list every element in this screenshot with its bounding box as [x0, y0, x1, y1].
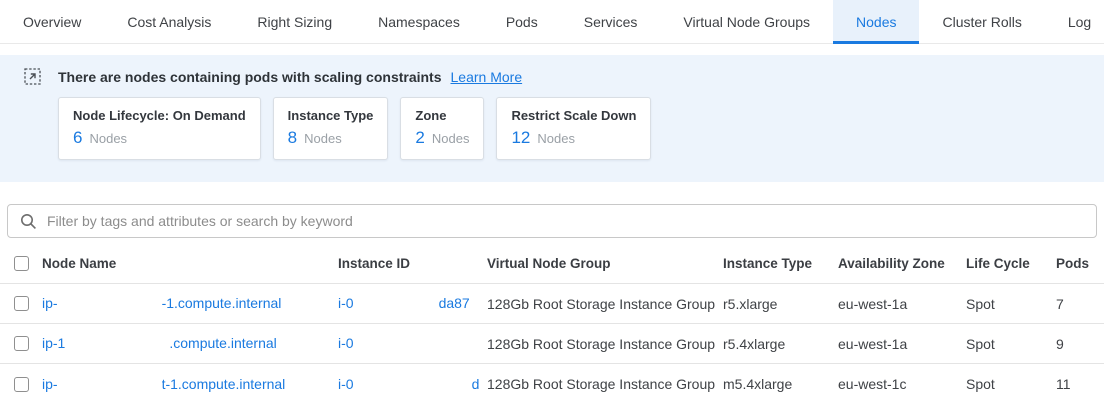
availability-zone-cell: eu-west-1a — [838, 296, 966, 312]
pods-cell: 11 — [1056, 376, 1104, 392]
life-cycle-cell: Spot — [966, 296, 1056, 312]
column-header-instance-id: Instance ID — [338, 256, 487, 271]
constraint-card-restrict-scale-down[interactable]: Restrict Scale Down 12 Nodes — [496, 97, 651, 160]
filter-search-bar — [7, 204, 1097, 238]
table-row: ip-t-1.compute.internal i-0d 128Gb Root … — [0, 364, 1104, 404]
card-count: 8 — [288, 128, 297, 148]
instance-id-link[interactable]: i-0d — [338, 376, 479, 392]
redacted-segment — [65, 338, 169, 352]
column-header-instance-type: Instance Type — [723, 256, 838, 271]
nodes-table: Node Name Instance ID Virtual Node Group… — [0, 244, 1104, 404]
redacted-segment — [354, 378, 472, 392]
tab-overview[interactable]: Overview — [0, 0, 104, 43]
card-count: 6 — [73, 128, 82, 148]
column-header-virtual-node-group: Virtual Node Group — [487, 256, 723, 271]
tab-right-sizing[interactable]: Right Sizing — [234, 0, 355, 43]
pods-cell: 7 — [1056, 296, 1104, 312]
redacted-segment — [58, 298, 162, 312]
row-checkbox[interactable] — [14, 377, 29, 392]
column-header-pods: Pods — [1056, 256, 1104, 271]
instance-type-cell: r5.4xlarge — [723, 336, 838, 352]
card-unit: Nodes — [89, 131, 127, 146]
table-header-row: Node Name Instance ID Virtual Node Group… — [0, 244, 1104, 284]
tab-namespaces[interactable]: Namespaces — [355, 0, 483, 43]
card-title: Zone — [415, 108, 469, 123]
table-row: ip--1.compute.internal i-0da87 128Gb Roo… — [0, 284, 1104, 324]
tab-nodes[interactable]: Nodes — [833, 0, 919, 43]
redacted-segment — [354, 298, 439, 312]
constraint-card-instance-type[interactable]: Instance Type 8 Nodes — [273, 97, 389, 160]
availability-zone-cell: eu-west-1a — [838, 336, 966, 352]
card-title: Restrict Scale Down — [511, 108, 636, 123]
card-title: Node Lifecycle: On Demand — [73, 108, 246, 123]
tab-pods[interactable]: Pods — [483, 0, 561, 43]
instance-id-link[interactable]: i-0da87 — [338, 295, 470, 311]
card-unit: Nodes — [537, 131, 575, 146]
search-icon — [20, 213, 37, 230]
column-header-life-cycle: Life Cycle — [966, 256, 1056, 271]
scaling-constraints-icon — [24, 68, 41, 85]
column-header-node-name: Node Name — [42, 256, 338, 271]
tab-log[interactable]: Log — [1045, 0, 1104, 43]
select-all-checkbox[interactable] — [14, 256, 29, 271]
scaling-constraints-banner: There are nodes containing pods with sca… — [0, 55, 1104, 182]
card-count: 2 — [415, 128, 424, 148]
instance-type-cell: m5.4xlarge — [723, 376, 838, 392]
pods-cell: 9 — [1056, 336, 1104, 352]
node-name-link[interactable]: ip-1.compute.internal — [42, 335, 277, 351]
constraint-card-node-lifecycle[interactable]: Node Lifecycle: On Demand 6 Nodes — [58, 97, 261, 160]
card-title: Instance Type — [288, 108, 374, 123]
tab-services[interactable]: Services — [561, 0, 661, 43]
virtual-node-group-cell: 128Gb Root Storage Instance Group — [487, 336, 723, 352]
constraint-card-zone[interactable]: Zone 2 Nodes — [400, 97, 484, 160]
tab-virtual-node-groups[interactable]: Virtual Node Groups — [660, 0, 833, 43]
card-unit: Nodes — [304, 131, 342, 146]
virtual-node-group-cell: 128Gb Root Storage Instance Group — [487, 376, 723, 392]
column-header-availability-zone: Availability Zone — [838, 256, 966, 271]
row-checkbox[interactable] — [14, 296, 29, 311]
life-cycle-cell: Spot — [966, 376, 1056, 392]
redacted-segment — [354, 338, 464, 352]
cluster-tab-bar: Overview Cost Analysis Right Sizing Name… — [0, 0, 1104, 44]
life-cycle-cell: Spot — [966, 336, 1056, 352]
search-input[interactable] — [47, 213, 1084, 229]
instance-type-cell: r5.xlarge — [723, 296, 838, 312]
tab-cluster-rolls[interactable]: Cluster Rolls — [919, 0, 1044, 43]
virtual-node-group-cell: 128Gb Root Storage Instance Group — [487, 296, 723, 312]
learn-more-link[interactable]: Learn More — [451, 69, 523, 85]
card-count: 12 — [511, 128, 530, 148]
row-checkbox[interactable] — [14, 336, 29, 351]
node-name-link[interactable]: ip--1.compute.internal — [42, 295, 281, 311]
node-name-link[interactable]: ip-t-1.compute.internal — [42, 376, 285, 392]
tab-cost-analysis[interactable]: Cost Analysis — [104, 0, 234, 43]
constraint-cards: Node Lifecycle: On Demand 6 Nodes Instan… — [58, 97, 1080, 160]
table-row: ip-1.compute.internal i-0 128Gb Root Sto… — [0, 324, 1104, 364]
redacted-segment — [58, 378, 162, 392]
instance-id-link[interactable]: i-0 — [338, 335, 464, 351]
banner-message: There are nodes containing pods with sca… — [58, 69, 442, 85]
card-unit: Nodes — [432, 131, 470, 146]
availability-zone-cell: eu-west-1c — [838, 376, 966, 392]
